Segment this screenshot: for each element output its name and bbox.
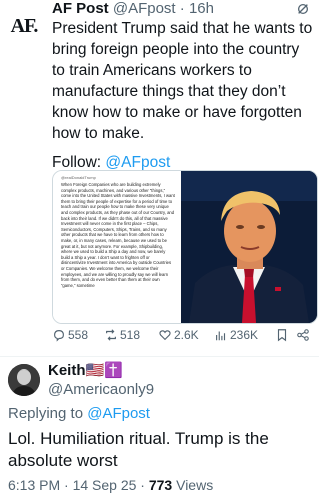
reply-action[interactable]: 558 — [52, 328, 88, 342]
like-count: 2.6K — [174, 328, 199, 342]
share-action[interactable] — [296, 328, 310, 342]
reply-count: 558 — [68, 328, 89, 342]
statement-text: When Foreign Companies who are building … — [61, 182, 175, 288]
analytics-icon — [216, 331, 226, 341]
post-header: AF Post @AFpost · 16h — [52, 0, 214, 18]
repost-icon — [106, 329, 116, 341]
portrait-illustration — [181, 171, 317, 323]
divider — [0, 356, 319, 357]
statement-header: @realDonaldTrump — [61, 175, 96, 180]
dot-separator: · — [175, 0, 189, 17]
follow-label: Follow: — [52, 154, 102, 171]
author-handle[interactable]: @AFpost — [113, 0, 176, 17]
reply-timestamp[interactable]: 6:13 PM · 14 Sep 25 · — [8, 477, 149, 493]
share-icon — [297, 329, 309, 341]
replying-to: Replying to @AFpost — [8, 405, 150, 423]
follow-handle-link[interactable]: @AFpost — [105, 154, 170, 171]
avatar-image — [8, 364, 40, 396]
post-actions: 558 518 2.6K 236K — [52, 328, 314, 348]
reply-views-label: Views — [172, 477, 214, 493]
afpost-logo[interactable]: AF. — [6, 8, 42, 44]
reply-meta: 6:13 PM · 14 Sep 25 · 773 Views — [8, 476, 213, 494]
views-action[interactable]: 236K — [214, 328, 258, 342]
post-media[interactable]: @realDonaldTrump When Foreign Companies … — [52, 170, 318, 324]
statement-screenshot: @realDonaldTrump When Foreign Companies … — [53, 171, 181, 323]
repost-action[interactable]: 518 — [104, 328, 140, 342]
bookmark-icon — [277, 329, 287, 342]
replying-handle-link[interactable]: @AFpost — [87, 405, 150, 422]
reply-text: Lol. Humiliation ritual. Trump is the ab… — [8, 429, 269, 470]
like-action[interactable]: 2.6K — [158, 328, 199, 342]
reply-name-text: Keith — [48, 362, 86, 379]
grok-icon[interactable] — [296, 2, 310, 16]
reply-author-handle[interactable]: @Americaonly9 — [48, 381, 154, 399]
bookmark-action[interactable] — [275, 328, 289, 342]
reply-name-emojis: 🇺🇸✝️ — [85, 362, 123, 379]
repost-count: 518 — [120, 328, 141, 342]
replying-label: Replying to — [8, 405, 84, 422]
reply-views-count: 773 — [148, 477, 173, 493]
author-name[interactable]: AF Post — [52, 0, 109, 17]
views-count: 236K — [230, 328, 259, 342]
heart-icon — [159, 330, 171, 341]
reply-avatar[interactable] — [8, 364, 40, 396]
trump-photo — [181, 171, 317, 323]
reply-author-name[interactable]: Keith🇺🇸✝️ — [48, 362, 123, 380]
post-time[interactable]: 16h — [189, 0, 214, 17]
reply-icon — [54, 330, 64, 342]
post-text: President Trump said that he wants to br… — [52, 20, 313, 142]
